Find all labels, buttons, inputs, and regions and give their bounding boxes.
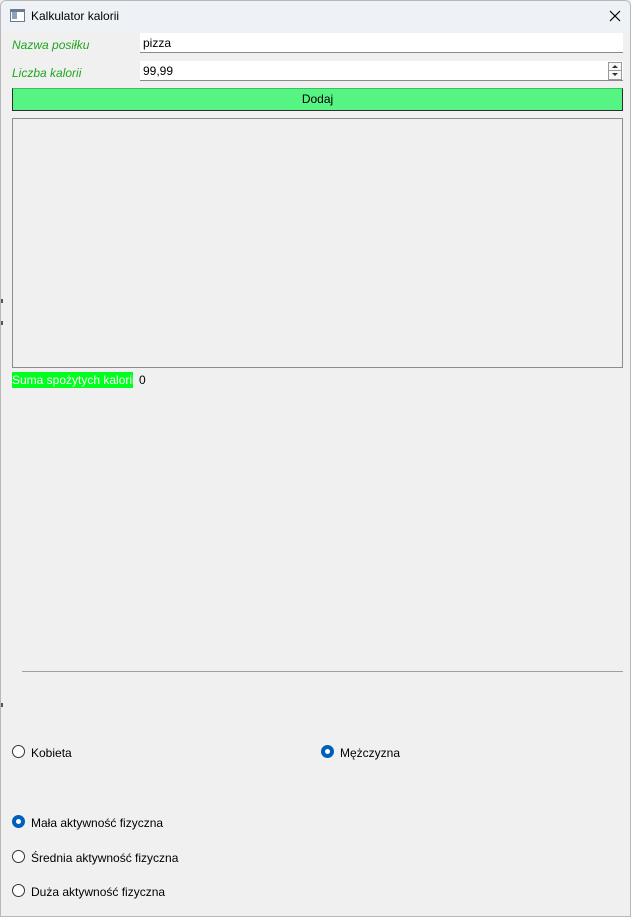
calories-sum-label: Suma spożytych kalorii	[12, 372, 133, 388]
window-title: Kalkulator kalorii	[31, 9, 120, 23]
add-button[interactable]: Dodaj	[12, 88, 623, 111]
spin-buttons	[608, 62, 622, 80]
calories-value: 99,99	[143, 64, 174, 78]
meal-name-value: pizza	[143, 36, 172, 50]
radio-gender-female[interactable]	[12, 745, 25, 758]
radio-activity-low[interactable]	[12, 815, 25, 828]
section-divider	[22, 671, 623, 672]
spin-down-icon[interactable]	[609, 71, 621, 79]
spin-up-icon[interactable]	[609, 63, 621, 71]
radio-activity-low-label[interactable]: Mała aktywność fizyczna	[31, 816, 163, 830]
radio-activity-high[interactable]	[12, 884, 25, 897]
calories-sum-value: 0	[139, 373, 146, 387]
title-bar[interactable]: Kalkulator kalorii	[1, 1, 630, 31]
close-button[interactable]	[600, 1, 630, 31]
resize-edge-mark[interactable]	[1, 299, 3, 303]
radio-gender-male[interactable]	[321, 745, 334, 758]
radio-gender-female-label[interactable]: Kobieta	[31, 746, 72, 760]
resize-edge-mark[interactable]	[1, 703, 3, 707]
meal-name-label: Nazwa posiłku	[12, 38, 90, 52]
radio-activity-medium[interactable]	[12, 850, 25, 863]
resize-edge-mark[interactable]	[1, 321, 3, 325]
calories-label: Liczba kalorii	[12, 66, 82, 80]
meal-name-input[interactable]: pizza	[140, 33, 623, 53]
radio-activity-high-label[interactable]: Duża aktywność fizyczna	[31, 885, 165, 899]
calories-spinbox[interactable]: 99,99	[140, 61, 623, 81]
close-icon	[609, 10, 621, 22]
calorie-calculator-window: Kalkulator kalorii Nazwa posiłku pizza L…	[0, 0, 631, 917]
meals-list[interactable]	[12, 118, 623, 368]
app-window-icon	[10, 9, 25, 22]
radio-activity-medium-label[interactable]: Średnia aktywność fizyczna	[31, 851, 178, 865]
radio-gender-male-label[interactable]: Mężczyzna	[340, 746, 400, 760]
